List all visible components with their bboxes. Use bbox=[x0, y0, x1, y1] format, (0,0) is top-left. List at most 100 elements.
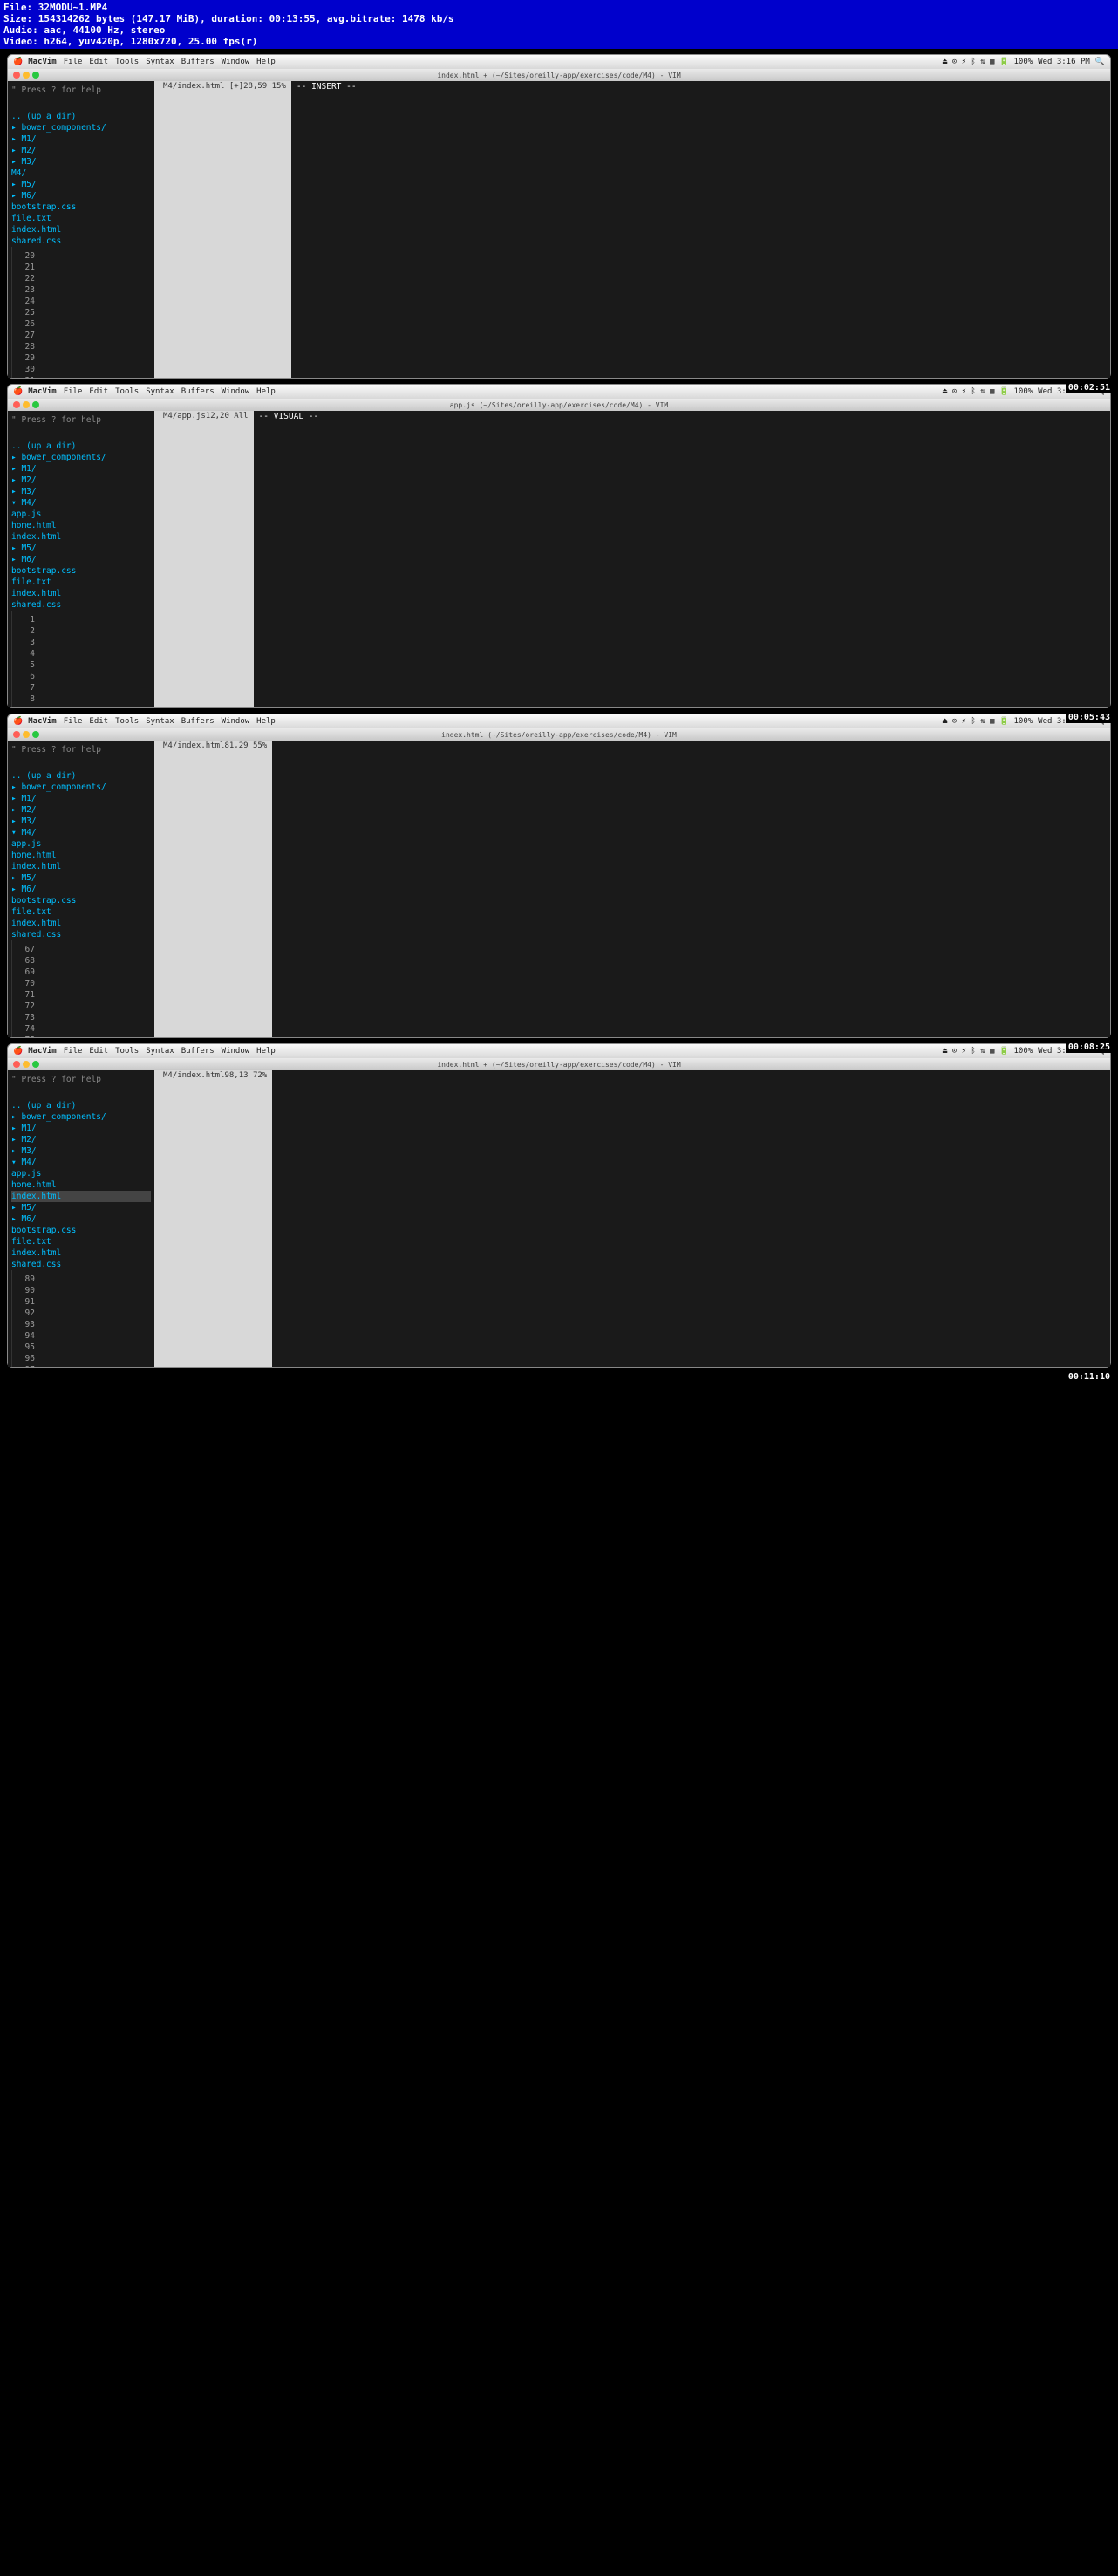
tree-item[interactable]: bootstrap.css bbox=[11, 565, 151, 577]
tree-item[interactable]: index.html bbox=[11, 918, 151, 929]
menu-item-buffers[interactable]: Buffers bbox=[181, 1047, 215, 1056]
app-name[interactable]: MacVim bbox=[28, 58, 57, 66]
tree-item[interactable]: app.js bbox=[11, 509, 151, 520]
zoom-icon[interactable] bbox=[32, 72, 39, 79]
tree-item[interactable]: ▾ M4/ bbox=[11, 1157, 151, 1168]
nerdtree-pane[interactable]: " Press ? for help.. (up a dir)▸ bower_c… bbox=[8, 411, 154, 707]
tree-item[interactable]: ▸ M3/ bbox=[11, 1145, 151, 1157]
updir[interactable]: .. (up a dir) bbox=[11, 1100, 151, 1111]
tree-item[interactable]: index.html bbox=[11, 224, 151, 236]
menu-item-syntax[interactable]: Syntax bbox=[146, 1047, 174, 1056]
tree-item[interactable]: index.html bbox=[11, 1247, 151, 1259]
tree-item[interactable]: file.txt bbox=[11, 577, 151, 588]
menu-item-window[interactable]: Window bbox=[222, 1047, 250, 1056]
menu-item-window[interactable]: Window bbox=[222, 717, 250, 726]
minimize-icon[interactable] bbox=[23, 72, 30, 79]
spotlight-icon[interactable]: 🔍 bbox=[1095, 58, 1105, 66]
menu-item-buffers[interactable]: Buffers bbox=[181, 717, 215, 726]
nerdtree-pane[interactable]: " Press ? for help.. (up a dir)▸ bower_c… bbox=[8, 1070, 154, 1367]
menu-item-syntax[interactable]: Syntax bbox=[146, 58, 174, 66]
menu-item-file[interactable]: File bbox=[64, 58, 83, 66]
menu-item-window[interactable]: Window bbox=[222, 387, 250, 396]
tree-item[interactable]: file.txt bbox=[11, 906, 151, 918]
menu-item-buffers[interactable]: Buffers bbox=[181, 58, 215, 66]
minimize-icon[interactable] bbox=[23, 1061, 30, 1068]
tree-item[interactable]: shared.css bbox=[11, 599, 151, 611]
tree-item[interactable]: ▸ bower_components/ bbox=[11, 122, 151, 133]
tree-item[interactable]: ▾ M4/ bbox=[11, 827, 151, 838]
menu-item-edit[interactable]: Edit bbox=[89, 387, 108, 396]
updir[interactable]: .. (up a dir) bbox=[11, 770, 151, 782]
tree-item[interactable]: ▾ M4/ bbox=[11, 497, 151, 509]
tree-item[interactable]: app.js bbox=[11, 838, 151, 850]
tree-item[interactable]: ▸ M1/ bbox=[11, 793, 151, 804]
tree-item[interactable]: ▸ M5/ bbox=[11, 179, 151, 190]
menu-item-help[interactable]: Help bbox=[256, 1047, 276, 1056]
tree-item[interactable]: shared.css bbox=[11, 929, 151, 940]
updir[interactable]: .. (up a dir) bbox=[11, 441, 151, 452]
tree-item[interactable]: index.html bbox=[11, 588, 151, 599]
tree-item[interactable]: file.txt bbox=[11, 213, 151, 224]
close-icon[interactable] bbox=[13, 1061, 20, 1068]
close-icon[interactable] bbox=[13, 401, 20, 408]
zoom-icon[interactable] bbox=[32, 1061, 39, 1068]
tree-item[interactable]: bootstrap.css bbox=[11, 895, 151, 906]
app-name[interactable]: MacVim bbox=[28, 717, 57, 726]
minimize-icon[interactable] bbox=[23, 731, 30, 738]
menu-item-help[interactable]: Help bbox=[256, 58, 276, 66]
menu-item-file[interactable]: File bbox=[64, 717, 83, 726]
tree-item[interactable]: index.html bbox=[11, 861, 151, 872]
tree-item[interactable]: ▸ M6/ bbox=[11, 884, 151, 895]
tree-item[interactable]: ▸ M6/ bbox=[11, 554, 151, 565]
tree-item[interactable]: shared.css bbox=[11, 1259, 151, 1270]
updir[interactable]: .. (up a dir) bbox=[11, 111, 151, 122]
app-name[interactable]: MacVim bbox=[28, 387, 57, 396]
tree-item[interactable]: ▸ M1/ bbox=[11, 463, 151, 475]
menu-item-tools[interactable]: Tools bbox=[115, 58, 139, 66]
menu-item-help[interactable]: Help bbox=[256, 717, 276, 726]
menu-item-tools[interactable]: Tools bbox=[115, 717, 139, 726]
tree-item[interactable]: home.html bbox=[11, 520, 151, 531]
menu-item-window[interactable]: Window bbox=[222, 58, 250, 66]
menu-item-help[interactable]: Help bbox=[256, 387, 276, 396]
nerdtree-pane[interactable]: " Press ? for help.. (up a dir)▸ bower_c… bbox=[8, 81, 154, 378]
tree-item[interactable]: app.js bbox=[11, 1168, 151, 1179]
minimize-icon[interactable] bbox=[23, 401, 30, 408]
tree-item[interactable]: ▸ M2/ bbox=[11, 804, 151, 816]
tree-item[interactable]: bootstrap.css bbox=[11, 1225, 151, 1236]
tree-item[interactable]: ▸ M3/ bbox=[11, 156, 151, 167]
tree-item[interactable]: M4/ bbox=[11, 167, 151, 179]
menu-item-file[interactable]: File bbox=[64, 387, 83, 396]
tree-item[interactable]: ▸ M2/ bbox=[11, 145, 151, 156]
tree-item[interactable]: home.html bbox=[11, 1179, 151, 1191]
menu-item-buffers[interactable]: Buffers bbox=[181, 387, 215, 396]
zoom-icon[interactable] bbox=[32, 731, 39, 738]
tree-item[interactable]: ▸ M1/ bbox=[11, 1123, 151, 1134]
tree-item[interactable]: ▸ M6/ bbox=[11, 190, 151, 202]
tree-item[interactable]: index.html bbox=[11, 531, 151, 543]
close-icon[interactable] bbox=[13, 731, 20, 738]
menu-item-edit[interactable]: Edit bbox=[89, 1047, 108, 1056]
menu-item-tools[interactable]: Tools bbox=[115, 1047, 139, 1056]
menu-item-syntax[interactable]: Syntax bbox=[146, 717, 174, 726]
tree-item[interactable]: file.txt bbox=[11, 1236, 151, 1247]
zoom-icon[interactable] bbox=[32, 401, 39, 408]
tree-item[interactable]: ▸ bower_components/ bbox=[11, 1111, 151, 1123]
tree-item[interactable]: ▸ M6/ bbox=[11, 1213, 151, 1225]
tree-item[interactable]: ▸ bower_components/ bbox=[11, 782, 151, 793]
app-name[interactable]: MacVim bbox=[28, 1047, 57, 1056]
nerdtree-pane[interactable]: " Press ? for help.. (up a dir)▸ bower_c… bbox=[8, 741, 154, 1037]
menu-item-edit[interactable]: Edit bbox=[89, 58, 108, 66]
tree-item[interactable]: shared.css bbox=[11, 236, 151, 247]
close-icon[interactable] bbox=[13, 72, 20, 79]
menu-item-syntax[interactable]: Syntax bbox=[146, 387, 174, 396]
menu-item-file[interactable]: File bbox=[64, 1047, 83, 1056]
tree-item[interactable]: ▸ M1/ bbox=[11, 133, 151, 145]
tree-item[interactable]: ▸ M3/ bbox=[11, 486, 151, 497]
tree-item[interactable]: ▸ bower_components/ bbox=[11, 452, 151, 463]
tree-item[interactable]: ▸ M5/ bbox=[11, 1202, 151, 1213]
tree-item[interactable]: bootstrap.css bbox=[11, 202, 151, 213]
tree-item[interactable]: index.html bbox=[11, 1191, 151, 1202]
tree-item[interactable]: ▸ M3/ bbox=[11, 816, 151, 827]
tree-item[interactable]: home.html bbox=[11, 850, 151, 861]
